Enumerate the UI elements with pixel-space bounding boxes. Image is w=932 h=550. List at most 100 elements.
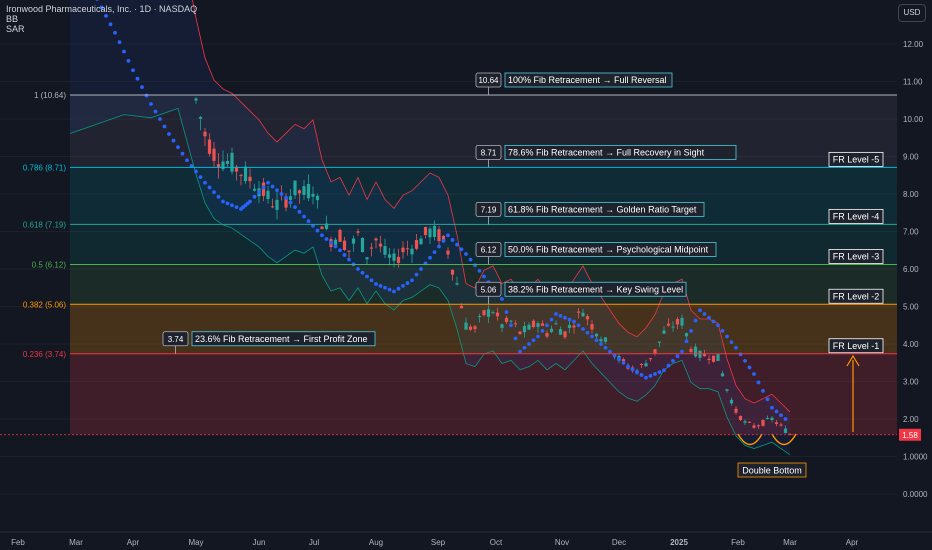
symbol-title[interactable]: Ironwood Pharmaceuticals, Inc. · 1D · NA… (6, 4, 197, 14)
candle-body (734, 408, 738, 413)
sar-dot (234, 205, 239, 210)
sar-dot (342, 253, 347, 257)
x-tick-label: Sep (431, 538, 446, 547)
candle-body (194, 98, 198, 101)
sar-dot (360, 270, 365, 275)
sar-dot (450, 238, 455, 242)
candle-body (518, 331, 522, 335)
candle-body (288, 196, 293, 200)
candle-body (437, 229, 441, 242)
sar-dot (270, 184, 275, 189)
sar-dot (216, 194, 221, 199)
annotation-text: 61.8% Fib Retracement → Golden Ratio Tar… (508, 204, 697, 214)
sar-dot (266, 180, 270, 185)
candle-body (720, 373, 725, 377)
chart-header: Ironwood Pharmaceuticals, Inc. · 1D · NA… (6, 4, 197, 34)
annotation-value: 10.64 (478, 76, 499, 85)
x-tick-label: Apr (127, 538, 140, 547)
candle-body (567, 325, 572, 328)
sar-dot (203, 180, 207, 185)
sar-dot (162, 124, 167, 129)
annotation-value: 6.12 (481, 246, 497, 255)
candle-body (509, 320, 513, 322)
candle-body (270, 206, 275, 208)
candle-body (302, 186, 306, 195)
last-price-value: 1.58 (902, 431, 918, 440)
y-tick-label: 5.00 (903, 303, 919, 312)
candle-body (774, 422, 779, 424)
x-tick-label: May (188, 538, 203, 547)
sar-dot (716, 323, 720, 328)
x-tick-label: Oct (490, 538, 503, 547)
sar-dot (752, 372, 756, 376)
sar-dot (383, 285, 387, 290)
sar-dot (284, 195, 288, 200)
indicator-sar-label[interactable]: SAR (6, 24, 197, 34)
sar-dot (261, 185, 266, 190)
candle-body (333, 239, 338, 245)
sar-dot (158, 117, 162, 121)
candle-body (491, 312, 495, 314)
sar-dot (221, 199, 225, 204)
candle-body (693, 346, 698, 357)
fr-level-label: FR Level -1 (833, 341, 880, 351)
sar-dot (549, 317, 554, 322)
candle-body (315, 195, 320, 201)
sar-dot (167, 132, 171, 136)
sar-dot (689, 328, 693, 333)
x-tick-label: Apr (846, 538, 859, 547)
y-axis: 12.00 11.00 10.00 9.00 8.00 7.00 6.00 5.00 4.00 3… (898, 0, 932, 550)
fib-level-label: 0.236 (3.74) (23, 350, 66, 359)
sar-dot (212, 190, 216, 195)
currency-button[interactable]: USD (898, 4, 926, 22)
sar-dot (770, 405, 774, 410)
sar-dot (333, 244, 338, 249)
fib-level-label: 1 (10.64) (34, 91, 66, 100)
annotation-value: 5.06 (481, 285, 497, 294)
annotation-text: 100% Fib Retracement → Full Reversal (508, 75, 667, 85)
sar-dot (455, 242, 459, 247)
candle-body (410, 248, 414, 255)
sar-dot (581, 327, 585, 331)
candle-body (716, 354, 720, 361)
candle-body (293, 180, 297, 196)
x-tick-label: Nov (555, 538, 569, 547)
sar-dot (135, 76, 140, 81)
fib-level-label: 0.786 (8.71) (23, 163, 66, 172)
y-tick-label: 0.0000 (903, 490, 928, 499)
candle-body (707, 358, 711, 360)
candle-body (405, 248, 410, 250)
annotation-text: 23.6% Fib Retracement → First Profit Zon… (195, 334, 368, 344)
sar-dot (639, 373, 644, 377)
candle-body (756, 425, 761, 427)
candle-body (581, 312, 585, 317)
sar-dot (401, 283, 405, 288)
candle-body (369, 247, 374, 249)
indicator-bb-label[interactable]: BB (6, 14, 197, 24)
candle-body (513, 323, 518, 325)
candle-body (725, 389, 729, 391)
y-tick-label: 4.00 (903, 340, 919, 349)
candle-body (396, 256, 401, 263)
sar-dot (225, 201, 230, 206)
sar-dot (329, 240, 333, 245)
sar-dot (185, 158, 189, 163)
sar-dot (288, 200, 293, 205)
candle-body (387, 254, 392, 258)
sar-dot (504, 310, 509, 315)
sar-dot (410, 278, 414, 283)
sar-dot (761, 388, 765, 393)
candle-body (383, 246, 387, 255)
candle-body (266, 190, 270, 200)
sar-dot (477, 268, 482, 273)
sar-dot (171, 138, 176, 143)
sar-dot (729, 340, 734, 345)
candle-body (540, 323, 545, 326)
sar-dot (257, 190, 261, 195)
candle-body (248, 176, 252, 182)
candle-body (198, 116, 203, 119)
sar-dot (572, 319, 576, 324)
candle-body (747, 421, 752, 423)
candle-body (365, 257, 369, 260)
candle-body (450, 269, 455, 275)
